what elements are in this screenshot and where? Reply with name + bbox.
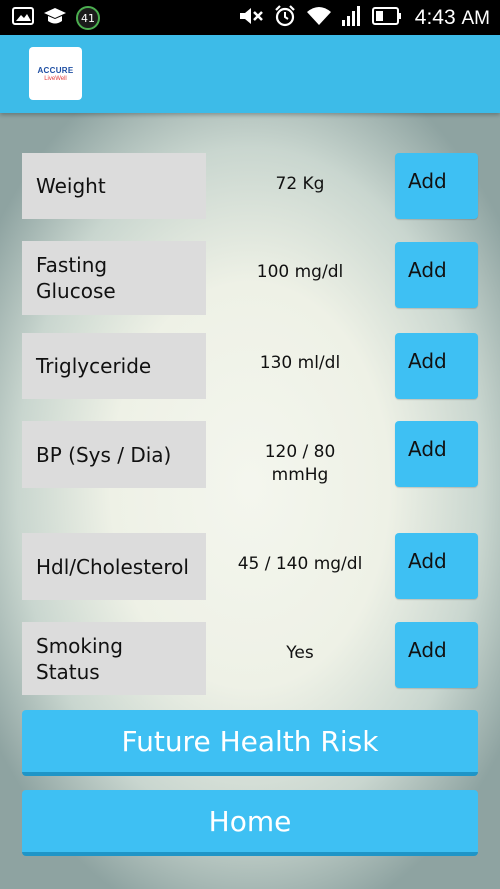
wifi-icon [306, 5, 332, 31]
logo-text-bottom: LiveWell [44, 75, 67, 82]
home-button[interactable]: Home [22, 790, 478, 856]
add-hdl-cholesterol-button[interactable]: Add [395, 533, 478, 599]
status-right-icons: 4:43 AM [238, 5, 490, 31]
future-health-risk-button[interactable]: Future Health Risk [22, 710, 478, 776]
mute-icon [238, 5, 264, 31]
metric-value: Yes [286, 643, 314, 663]
metric-value: 72 Kg [275, 174, 325, 194]
app-bar: ACCURE LiveWell [0, 35, 500, 113]
metric-label: Triglyceride [22, 333, 206, 399]
metric-label: Fasting Glucose [22, 241, 206, 315]
status-left-icons: 41 [12, 6, 100, 30]
app-logo[interactable]: ACCURE LiveWell [29, 47, 82, 100]
metric-value: 45 / 140 mg/dl [237, 554, 363, 574]
metric-label: BP (Sys / Dia) [22, 421, 206, 488]
logo-text-top: ACCURE [37, 65, 74, 75]
metric-label: Hdl/Cholesterol [22, 533, 206, 600]
notification-count-badge: 41 [76, 6, 100, 30]
metric-value: 100 mg/dl [256, 262, 344, 282]
add-fasting-glucose-button[interactable]: Add [395, 242, 478, 308]
add-bp-button[interactable]: Add [395, 421, 478, 487]
signal-icon [341, 5, 363, 31]
metric-value: 120 / 80 mmHg [264, 442, 336, 485]
status-clock: 4:43 AM [414, 6, 490, 29]
metric-value: 130 ml/dl [259, 353, 341, 373]
image-icon [12, 6, 34, 30]
alarm-icon [273, 4, 297, 32]
metric-label: Weight [22, 153, 206, 219]
status-bar: 41 4:43 AM [0, 0, 500, 35]
add-smoking-status-button[interactable]: Add [395, 622, 478, 688]
metric-label: Smoking Status [22, 622, 206, 695]
add-triglyceride-button[interactable]: Add [395, 333, 478, 399]
add-weight-button[interactable]: Add [395, 153, 478, 219]
graduation-cap-icon [43, 5, 67, 31]
battery-icon [371, 6, 402, 30]
main-content: Weight 72 Kg Add Fasting Glucose 100 mg/… [0, 113, 500, 889]
